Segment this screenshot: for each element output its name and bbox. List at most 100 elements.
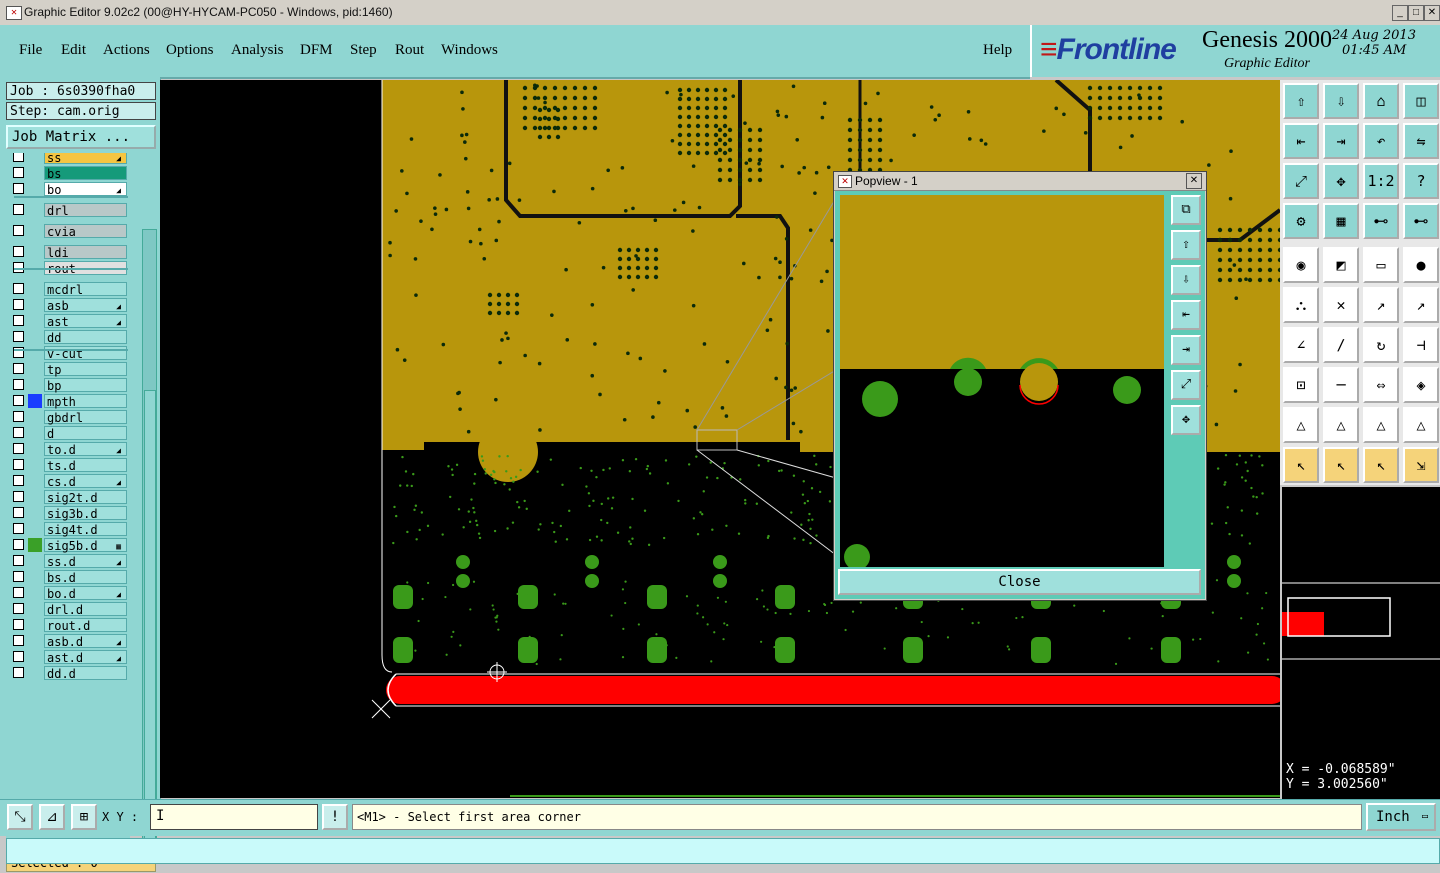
snap-icon[interactable]: ⤡ — [7, 804, 33, 830]
layer-name[interactable]: gbdrl — [44, 410, 127, 425]
cursor-a-icon[interactable]: ↖ — [1283, 447, 1319, 483]
layer-color-swatch[interactable] — [28, 522, 42, 536]
layer-color-swatch[interactable] — [28, 474, 42, 488]
layer-row-gbdrl[interactable]: gbdrl — [6, 410, 130, 425]
align-icon[interactable]: ⊣ — [1403, 327, 1439, 363]
layer-color-swatch[interactable] — [28, 298, 42, 312]
layer-name[interactable]: cvia — [44, 224, 127, 239]
popview-copy-icon[interactable]: ⧉ — [1171, 195, 1201, 225]
layer-row-ast.d[interactable]: ast.d ◢ — [6, 650, 130, 665]
window-close-button[interactable]: ✕ — [1424, 5, 1440, 21]
layer-color-swatch[interactable] — [28, 426, 42, 440]
layer-checkbox[interactable] — [13, 411, 24, 422]
layer-name[interactable]: cs.d ◢ — [44, 474, 127, 489]
layer-checkbox[interactable] — [13, 491, 24, 502]
info-icon[interactable]: ! — [322, 804, 348, 830]
scrollbar-thumb[interactable] — [144, 390, 156, 842]
layer-row-ss.d[interactable]: ss.d ◢ — [6, 554, 130, 569]
layer-checkbox[interactable] — [13, 443, 24, 454]
layer-row-mcdrl[interactable]: mcdrl — [6, 282, 130, 297]
layer-list-scrollbar[interactable] — [142, 229, 157, 849]
menu-rout[interactable]: Rout — [395, 42, 424, 59]
rotate-icon[interactable]: ↻ — [1363, 327, 1399, 363]
layer-checkbox[interactable] — [13, 635, 24, 646]
layer-row-dd[interactable]: dd — [6, 330, 130, 345]
popview-pan-left-icon[interactable]: ⇤ — [1171, 300, 1201, 330]
settings-icon[interactable]: ⚙ — [1283, 203, 1319, 239]
popview-pan-up-icon[interactable]: ⇧ — [1171, 230, 1201, 260]
popview-zoom-center-icon[interactable]: ✥ — [1171, 405, 1201, 435]
layer-color-swatch[interactable] — [28, 634, 42, 648]
layer-name[interactable]: dd — [44, 330, 127, 345]
layer-color-swatch[interactable] — [28, 618, 42, 632]
layer-name[interactable]: rout.d — [44, 618, 127, 633]
layer-name[interactable]: sig5b.d ▦ — [44, 538, 127, 553]
layer-name[interactable]: ts.d — [44, 458, 127, 473]
group-icon[interactable]: ◈ — [1403, 367, 1439, 403]
layer-color-swatch[interactable] — [28, 314, 42, 328]
layer-name[interactable]: ss.d ◢ — [44, 554, 127, 569]
layer-color-swatch[interactable] — [28, 506, 42, 520]
layer-color-swatch[interactable] — [28, 182, 42, 196]
layer-name[interactable]: tp — [44, 362, 127, 377]
popview-canvas[interactable] — [840, 195, 1164, 567]
tri-d-icon[interactable]: △ — [1403, 407, 1439, 443]
layer-name[interactable]: ldi — [44, 245, 127, 260]
layer-checkbox[interactable] — [13, 619, 24, 630]
layer-row-asb.d[interactable]: asb.d ◢ — [6, 634, 130, 649]
popview-titlebar[interactable]: ✕ Popview - 1 ✕ — [834, 172, 1206, 191]
layer-row-to.d[interactable]: to.d ◢ — [6, 442, 130, 457]
layer-checkbox[interactable] — [13, 204, 24, 215]
layer-row-bp[interactable]: bp — [6, 378, 130, 393]
layer-name[interactable]: ast.d ◢ — [44, 650, 127, 665]
popview-pan-right-icon[interactable]: ⇥ — [1171, 335, 1201, 365]
units-menu[interactable]: Inch ▭ — [1366, 803, 1436, 831]
layer-checkbox[interactable] — [13, 246, 24, 257]
layer-checkbox[interactable] — [13, 167, 24, 178]
layer-name[interactable]: ss ◢ — [44, 153, 127, 165]
box-icon[interactable]: ⊡ — [1283, 367, 1319, 403]
layer-row-d[interactable]: d — [6, 426, 130, 441]
arc-a-icon[interactable]: ↗ — [1363, 287, 1399, 323]
layer-name[interactable]: asb ◢ — [44, 298, 127, 313]
query-icon[interactable]: ? — [1403, 163, 1439, 199]
layer-checkbox[interactable] — [13, 539, 24, 550]
layer-color-swatch[interactable] — [28, 362, 42, 376]
overview-panel[interactable] — [1282, 487, 1440, 757]
layer-name[interactable]: bp — [44, 378, 127, 393]
layer-row-drl[interactable]: drl — [6, 203, 130, 218]
grid-icon[interactable]: ⊞ — [71, 804, 97, 830]
layer-checkbox[interactable] — [13, 667, 24, 678]
layer-row-ldi[interactable]: ldi — [6, 245, 130, 260]
layer-checkbox[interactable] — [13, 427, 24, 438]
layer-color-swatch[interactable] — [28, 538, 42, 552]
cursor-c-icon[interactable]: ↖ — [1363, 447, 1399, 483]
menu-dfm[interactable]: DFM — [300, 42, 333, 59]
layer-color-swatch[interactable] — [28, 602, 42, 616]
layer-row-cs.d[interactable]: cs.d ◢ — [6, 474, 130, 489]
layer-row-bo[interactable]: bo ◢ — [6, 182, 130, 197]
layer-color-swatch[interactable] — [28, 554, 42, 568]
pan-icon[interactable]: ◫ — [1403, 83, 1439, 119]
layer-checkbox[interactable] — [13, 555, 24, 566]
xy-input[interactable]: I — [150, 804, 318, 830]
layer-row-sig3b.d[interactable]: sig3b.d — [6, 506, 130, 521]
layer-name[interactable]: sig4t.d — [44, 522, 127, 537]
layer-name[interactable]: bs — [44, 166, 127, 181]
cross-icon[interactable]: ✕ — [1323, 287, 1359, 323]
layer-color-swatch[interactable] — [28, 394, 42, 408]
layer-row-ast[interactable]: ast ◢ — [6, 314, 130, 329]
layer-checkbox[interactable] — [13, 587, 24, 598]
zoom-out-icon[interactable]: ⇩ — [1323, 83, 1359, 119]
layer-color-swatch[interactable] — [28, 570, 42, 584]
layer-name[interactable]: sig3b.d — [44, 506, 127, 521]
layer-name[interactable]: drl.d — [44, 602, 127, 617]
cursor-d-icon[interactable]: ⇲ — [1403, 447, 1439, 483]
popview-close-x[interactable]: ✕ — [1186, 173, 1202, 189]
menu-options[interactable]: Options — [166, 42, 214, 59]
line-icon[interactable]: ∕ — [1323, 327, 1359, 363]
home-icon[interactable]: ⌂ — [1363, 83, 1399, 119]
layer-row-rout.d[interactable]: rout.d — [6, 618, 130, 633]
layer-checkbox[interactable] — [13, 395, 24, 406]
layer-row-bo.d[interactable]: bo.d ◢ — [6, 586, 130, 601]
